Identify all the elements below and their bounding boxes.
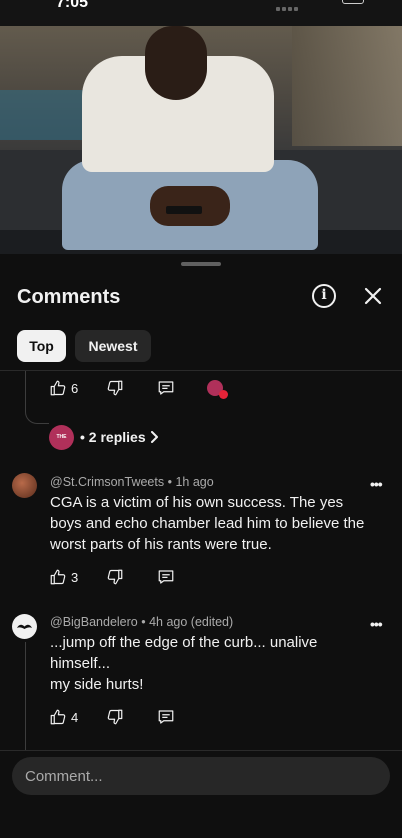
thread-line [25,642,26,750]
tab-top[interactable]: Top [17,330,66,362]
comment-text-line: ...jump off the edge of the curb... unal… [50,634,318,672]
comment-box[interactable] [12,757,390,795]
heart-icon [219,390,228,399]
thumbs-down-icon [107,709,123,725]
avatar[interactable] [12,614,37,639]
thumbs-up-icon [50,380,66,396]
video-background-screen [0,90,90,140]
like-button[interactable]: 3 [49,568,78,586]
video-player[interactable]: 7:05 [0,0,402,254]
like-count: 3 [71,569,79,585]
mustache-icon [17,624,32,629]
video-person-head [145,26,207,100]
view-replies-button[interactable]: • 2 replies [80,429,160,445]
comment-author[interactable]: @BigBandelero [50,615,138,629]
comment-author[interactable]: @St.CrimsonTweets [50,475,164,489]
comment-time: 4h ago (edited) [149,615,234,629]
reply-button[interactable] [157,379,175,397]
tab-newest[interactable]: Newest [75,330,151,362]
like-button[interactable]: 4 [49,708,78,726]
dislike-button[interactable] [106,379,124,397]
reply-icon [158,710,174,724]
video-phone [166,206,202,214]
thumbs-up-icon [50,569,66,585]
thumbs-down-icon [107,569,123,585]
comment-meta: @BigBandelero • 4h ago (edited) [50,615,234,629]
reply-icon [158,381,174,395]
status-time: 7:05 [56,0,89,11]
like-button[interactable]: 6 [49,379,78,397]
battery-icon [342,0,364,4]
thumbs-down-icon [107,380,123,396]
reply-icon [158,570,174,584]
reply-author-avatar: THE [49,425,74,450]
comment-text-line: my side hurts! [50,676,144,693]
close-icon [364,287,382,305]
comment-meta: @St.CrimsonTweets • 1h ago [50,475,214,489]
avatar[interactable] [12,473,37,498]
drag-handle[interactable] [181,262,221,266]
video-background [292,26,402,146]
dislike-button[interactable] [106,708,124,726]
info-button[interactable]: i [312,284,336,308]
tabs-divider [0,370,402,371]
close-button[interactable] [362,285,384,307]
comment-text: CGA is a victim of his own success. The … [50,494,365,553]
comment-input[interactable] [12,757,390,795]
more-options-button[interactable]: ••• [370,616,383,632]
input-divider [0,750,402,751]
chevron-right-icon [150,431,158,443]
sheet-title: Comments [17,286,121,308]
thread-line [25,371,26,397]
more-options-button[interactable]: ••• [370,476,383,492]
like-count: 4 [71,709,79,725]
comments-sheet: Comments i Top Newest 6 THE • 2 replies … [0,254,402,838]
replies-label: • 2 replies [80,429,146,445]
comment-time: 1h ago [175,475,214,489]
dislike-button[interactable] [106,568,124,586]
reply-button[interactable] [157,708,175,726]
signal-icon [276,0,306,11]
like-count: 6 [71,380,79,396]
status-bar: 7:05 [0,0,402,26]
thumbs-up-icon [50,709,66,725]
reply-button[interactable] [157,568,175,586]
comment-text: ...jump off the edge of the curb... unal… [50,632,340,695]
info-icon: i [321,287,327,303]
thread-connector [25,396,49,424]
